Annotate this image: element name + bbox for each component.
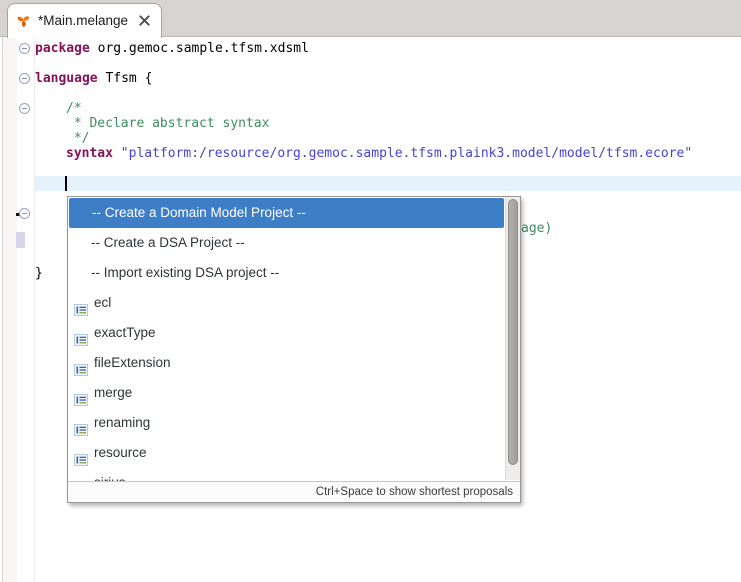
code-segment: Tfsm { xyxy=(98,71,153,86)
keyword-proposal-icon xyxy=(74,387,88,399)
proposal-item[interactable]: fileExtension xyxy=(68,348,504,378)
keyword-proposal-icon xyxy=(74,297,88,309)
proposal-item[interactable]: merge xyxy=(68,378,504,408)
fold-collapse-icon[interactable] xyxy=(19,73,30,84)
assist-status-bar: Ctrl+Space to show shortest proposals xyxy=(68,481,520,502)
proposal-item[interactable]: sirius xyxy=(68,468,504,481)
proposal-item[interactable]: resource xyxy=(68,438,504,468)
keyword-proposal-icon xyxy=(74,447,88,459)
code-line: language Tfsm { xyxy=(35,71,741,86)
code-line xyxy=(35,161,741,176)
folding-ruler xyxy=(17,37,35,582)
text-cursor xyxy=(65,176,67,191)
proposal-label: resource xyxy=(68,438,504,468)
code-segment: age) xyxy=(521,221,552,236)
code-segment: */ xyxy=(66,131,89,146)
melange-file-icon xyxy=(16,13,31,28)
code-segment: org.gemoc.sample.tfsm.xdsml xyxy=(90,41,309,56)
proposal-item[interactable]: renaming xyxy=(68,408,504,438)
fold-collapse-icon[interactable] xyxy=(19,103,30,114)
code-line: * Declare abstract syntax xyxy=(35,116,741,131)
tab-close-icon[interactable] xyxy=(137,13,151,27)
popup-scrollbar-thumb[interactable] xyxy=(508,199,518,465)
keyword-proposal-icon xyxy=(74,417,88,429)
proposal-item[interactable]: -- Import existing DSA project -- xyxy=(68,258,504,288)
code-segment xyxy=(113,146,121,161)
code-segment: } xyxy=(35,266,43,281)
code-line: /* xyxy=(35,101,741,116)
fold-collapse-icon[interactable] xyxy=(19,208,30,219)
code-line: package org.gemoc.sample.tfsm.xdsml xyxy=(35,41,741,56)
code-segment: package xyxy=(35,41,90,56)
code-line xyxy=(35,56,741,71)
keyword-proposal-icon xyxy=(74,477,88,481)
proposal-item[interactable]: -- Create a DSA Project -- xyxy=(68,228,504,258)
proposal-label: merge xyxy=(68,378,504,408)
popup-scrollbar[interactable] xyxy=(505,197,520,480)
content-assist-popup: -- Create a Domain Model Project -- -- C… xyxy=(67,196,521,503)
proposal-item[interactable]: -- Create a Domain Model Project -- xyxy=(69,198,504,228)
keyword-proposal-icon xyxy=(74,357,88,369)
tab-main-melange[interactable]: *Main.melange xyxy=(7,3,162,38)
code-segment: "platform:/resource/org.gemoc.sample.tfs… xyxy=(121,146,692,161)
proposal-label: exactType xyxy=(68,318,504,348)
proposal-label: ecl xyxy=(68,288,504,318)
proposal-item[interactable]: ecl xyxy=(68,288,504,318)
annotation-marker xyxy=(16,232,25,248)
code-line xyxy=(35,86,741,101)
code-line: */ xyxy=(35,131,741,146)
keyword-proposal-icon xyxy=(74,327,88,339)
proposal-list[interactable]: -- Create a Domain Model Project -- -- C… xyxy=(68,197,520,481)
code-line: syntax "platform:/resource/org.gemoc.sam… xyxy=(35,146,741,161)
proposal-label: -- Create a DSA Project -- xyxy=(68,228,504,258)
annotation-ruler xyxy=(2,37,18,582)
code-segment: * Declare abstract syntax xyxy=(66,116,270,131)
proposal-item[interactable]: exactType xyxy=(68,318,504,348)
code-segment: syntax xyxy=(66,146,113,161)
code-segment: language xyxy=(35,71,98,86)
tab-title: *Main.melange xyxy=(38,13,128,28)
fold-collapse-icon[interactable] xyxy=(19,43,30,54)
proposal-label: renaming xyxy=(68,408,504,438)
proposal-label: -- Import existing DSA project -- xyxy=(68,258,504,288)
code-line xyxy=(34,176,741,191)
code-segment: /* xyxy=(66,101,82,116)
editor-tab-bar: *Main.melange xyxy=(0,0,741,37)
proposal-label: fileExtension xyxy=(68,348,504,378)
proposal-label: -- Create a Domain Model Project -- xyxy=(69,198,504,228)
proposal-label: sirius xyxy=(68,468,504,481)
